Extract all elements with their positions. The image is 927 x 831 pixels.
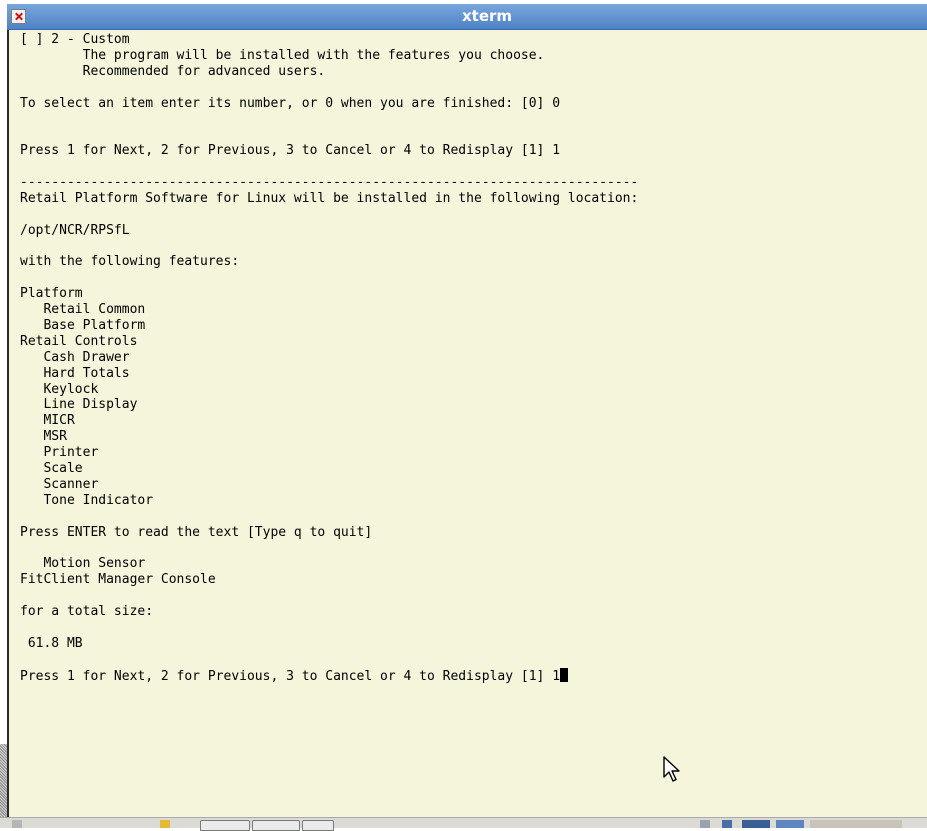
terminal-line: Cash Drawer [20, 349, 130, 365]
terminal-scrollbar[interactable] [0, 30, 7, 817]
terminal-line: 61.8 MB [20, 635, 83, 651]
terminal-line: Recommended for advanced users. [20, 63, 326, 79]
xterm-window: xterm [ ] 2 - Custom The program will be… [0, 4, 927, 817]
terminal-line: Scanner [20, 476, 99, 492]
taskbar-button-files[interactable] [252, 820, 300, 831]
terminal-line: /opt/NCR/RPSfL [20, 222, 130, 238]
terminal-line: ----------------------------------------… [20, 175, 639, 191]
terminal-line: MSR [20, 429, 67, 445]
taskbar-button-window[interactable] [200, 820, 250, 831]
terminal-line: Base Platform [20, 318, 146, 334]
terminal-line: Press 1 for Next, 2 for Previous, 3 to C… [20, 143, 561, 159]
terminal-line: Keylock [20, 381, 99, 397]
mouse-pointer-icon [662, 756, 682, 788]
scrollbar-thumb[interactable] [0, 744, 7, 817]
terminal-line: The program will be installed with the f… [20, 47, 545, 63]
terminal-line: Scale [20, 461, 83, 477]
terminal-line: Motion Sensor [20, 556, 146, 572]
terminal-output[interactable]: [ ] 2 - Custom The program will be insta… [20, 32, 920, 684]
terminal-line: Hard Totals [20, 365, 130, 381]
terminal-line: Line Display [20, 397, 138, 413]
window-title: xterm [461, 7, 513, 25]
window-titlebar[interactable]: xterm [7, 4, 927, 30]
terminal-line: Retail Common [20, 302, 146, 318]
terminal-line: Press ENTER to read the text [Type q to … [20, 524, 373, 540]
terminal-line: Retail Controls [20, 333, 138, 349]
terminal-line: for a total size: [20, 604, 154, 620]
text-cursor [560, 667, 569, 682]
terminal-line: Retail Platform Software for Linux will … [20, 190, 639, 206]
terminal-line: [ ] 2 - Custom [20, 32, 130, 47]
terminal-line: MICR [20, 413, 75, 429]
terminal-line: Printer [20, 445, 99, 461]
terminal-line: To select an item enter its number, or 0… [20, 95, 561, 111]
terminal-left-border [7, 30, 9, 817]
terminal-line: Platform [20, 286, 83, 302]
terminal-line: with the following features: [20, 254, 240, 270]
terminal-line: Tone Indicator [20, 492, 154, 508]
taskbar-button-terminal[interactable] [302, 820, 334, 831]
desktop-taskbar [0, 817, 927, 831]
terminal-line: FitClient Manager Console [20, 572, 216, 588]
close-icon[interactable] [11, 9, 26, 24]
terminal-line: Press 1 for Next, 2 for Previous, 3 to C… [20, 667, 920, 684]
